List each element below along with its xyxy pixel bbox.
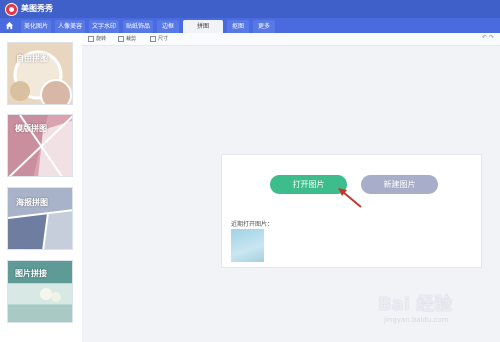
tab-text[interactable]: 文字水印 bbox=[89, 20, 119, 33]
tab-collage[interactable]: 拼图 bbox=[183, 20, 223, 33]
rotate-icon bbox=[88, 35, 94, 42]
crop-tool[interactable]: 裁剪 bbox=[118, 35, 136, 43]
tab-frames[interactable]: 边框 bbox=[157, 20, 179, 33]
rotate-tool[interactable]: 旋转 bbox=[88, 35, 106, 43]
title-bar: 美图秀秀 bbox=[0, 0, 500, 18]
resize-icon bbox=[150, 35, 156, 42]
free-collage-label: 自由拼图 bbox=[16, 54, 48, 63]
main-tab-bar: 美化图片 人像美容 文字水印 贴纸饰品 边框 拼图 抠图 更多 bbox=[0, 18, 500, 33]
poster-collage-card[interactable]: 海报拼图 bbox=[7, 187, 73, 250]
meitu-logo-icon bbox=[5, 3, 18, 16]
tab-stickers[interactable]: 贴纸饰品 bbox=[123, 20, 153, 33]
tab-beautify[interactable]: 美化图片 bbox=[21, 20, 51, 33]
image-stitch-card[interactable]: 图片拼接 bbox=[7, 260, 73, 323]
watermark-main-text: Bai 经验 bbox=[378, 294, 453, 315]
home-icon[interactable] bbox=[5, 21, 14, 30]
crop-icon bbox=[118, 35, 124, 42]
tab-cutout[interactable]: 抠图 bbox=[227, 20, 249, 33]
poster-collage-label: 海报拼图 bbox=[16, 198, 48, 207]
collage-mode-sidebar: 自由拼图 模版拼图 海报拼图 图片拼接 bbox=[0, 33, 82, 342]
tab-more[interactable]: 更多 bbox=[253, 20, 275, 33]
recent-image-thumbnail[interactable] bbox=[231, 229, 264, 262]
size-tool[interactable]: 尺寸 bbox=[150, 35, 168, 43]
tab-portrait[interactable]: 人像美容 bbox=[55, 20, 85, 33]
undo-redo-icons[interactable]: ↶ ↷ bbox=[482, 34, 494, 41]
image-stitch-label: 图片拼接 bbox=[15, 269, 47, 278]
size-label: 尺寸 bbox=[158, 36, 169, 42]
watermark-url-text: jingyan.baidu.com bbox=[384, 316, 449, 324]
baidu-jingyan-watermark: Bai 经验 jingyan.baidu.com bbox=[378, 290, 498, 334]
recent-images-label: 近期打开图片： bbox=[231, 221, 274, 228]
new-image-button[interactable]: 新建图片 bbox=[361, 175, 438, 194]
template-collage-label: 模版拼图 bbox=[15, 124, 47, 133]
app-title: 美图秀秀 bbox=[21, 4, 53, 13]
free-collage-card[interactable]: 自由拼图 bbox=[7, 42, 73, 105]
template-collage-card[interactable]: 模版拼图 bbox=[7, 114, 73, 177]
annotation-arrow-icon bbox=[338, 188, 362, 208]
edit-toolbar: 旋转 裁剪 尺寸 ↶ ↷ bbox=[82, 33, 500, 46]
rotate-label: 旋转 bbox=[96, 36, 107, 42]
open-image-panel: 打开图片 新建图片 近期打开图片： bbox=[221, 154, 482, 268]
crop-label: 裁剪 bbox=[126, 36, 137, 42]
